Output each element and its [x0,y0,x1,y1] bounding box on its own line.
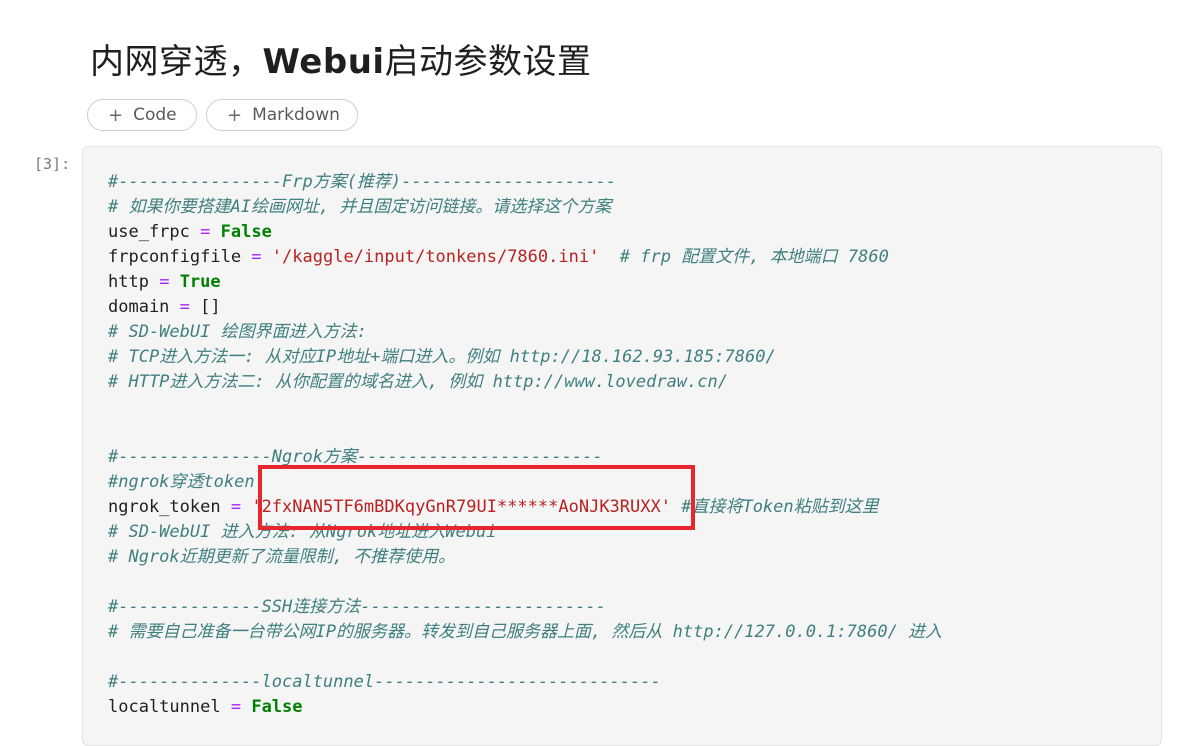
code-token: = [200,222,211,242]
code-line: #----------------Frp方案(推荐)--------------… [108,170,942,195]
code-token: False [220,222,272,242]
code-token: # 如果你要搭建AI绘画网址, 并且固定访问链接。请选择这个方案 [108,197,612,217]
code-token: [] [189,297,221,317]
code-token: ngrok_token [108,497,231,517]
add-code-cell-button[interactable]: + Code [87,99,197,131]
code-line: # SD-WebUI 进入方法: 从Ngrok地址进入Webui [108,520,942,545]
code-line: localtunnel = False [108,695,942,720]
code-line: # SD-WebUI 绘图界面进入方法: [108,320,942,345]
code-token: # HTTP进入方法二: 从你配置的域名进入, 例如 http://www.lo… [108,372,728,392]
code-line: http = True [108,270,942,295]
code-line: # 如果你要搭建AI绘画网址, 并且固定访问链接。请选择这个方案 [108,195,942,220]
code-token: # TCP进入方法一: 从对应IP地址+端口进入。例如 http://18.16… [108,347,776,367]
code-token: = [230,697,242,717]
code-line: # Ngrok近期更新了流量限制, 不推荐使用。 [108,545,942,570]
code-token: '/kaggle/input/tonkens/7860.ini' [271,247,600,267]
code-line: #--------------SSH连接方法------------------… [108,595,942,620]
code-line: #--------------localtunnel--------------… [108,670,942,695]
code-token: = [179,297,190,317]
code-token: frpconfigfile [108,247,252,267]
code-token: #直接将Token粘贴到这里 [681,497,879,517]
add-markdown-label: Markdown [252,105,340,125]
code-token: '2fxNAN5TF6mBDKqyGnR79UI******AoNJK3RUXX… [251,497,671,517]
code-token: #---------------Ngrok方案-----------------… [108,447,603,467]
code-token: domain [108,297,180,317]
code-line: #---------------Ngrok方案-----------------… [108,445,942,470]
code-block[interactable]: #----------------Frp方案(推荐)--------------… [108,170,942,720]
code-token: http [108,272,160,292]
code-token: False [251,697,303,717]
cell-execution-count: [3]: [34,155,71,173]
code-token: # frp 配置文件, 本地端口 7860 [619,247,889,267]
code-line: #ngrok穿透token [108,470,942,495]
code-token: = [251,247,262,267]
code-token: #----------------Frp方案(推荐)--------------… [108,172,617,192]
plus-icon: + [227,104,243,126]
code-token: # SD-WebUI 进入方法: 从Ngrok地址进入Webui [108,522,497,542]
code-line: frpconfigfile = '/kaggle/input/tonkens/7… [108,245,942,270]
code-token: # 需要自己准备一台带公网IP的服务器。转发到自己服务器上面, 然后从 http… [108,622,943,642]
code-token: #--------------localtunnel--------------… [108,672,661,692]
page-title: 内网穿透，Webui启动参数设置 [90,42,592,82]
code-token: #ngrok穿透token [108,472,255,492]
add-markdown-cell-button[interactable]: + Markdown [206,99,358,131]
code-token: # SD-WebUI 绘图界面进入方法: [108,322,367,342]
code-token: True [179,272,221,292]
code-token: localtunnel [108,697,231,717]
code-line: use_frpc = False [108,220,942,245]
code-token: # Ngrok近期更新了流量限制, 不推荐使用。 [108,547,456,567]
plus-icon: + [108,104,124,126]
code-token: use_frpc [108,222,201,242]
code-line: # HTTP进入方法二: 从你配置的域名进入, 例如 http://www.lo… [108,370,942,395]
code-line: ngrok_token = '2fxNAN5TF6mBDKqyGnR79UI**… [108,495,942,520]
code-line: # 需要自己准备一台带公网IP的服务器。转发到自己服务器上面, 然后从 http… [108,620,942,645]
code-line: domain = [] [108,295,942,320]
code-line: # TCP进入方法一: 从对应IP地址+端口进入。例如 http://18.16… [108,345,942,370]
code-token: = [230,497,242,517]
code-token: = [159,272,170,292]
add-code-label: Code [133,105,177,125]
code-token: #--------------SSH连接方法------------------… [108,597,606,617]
